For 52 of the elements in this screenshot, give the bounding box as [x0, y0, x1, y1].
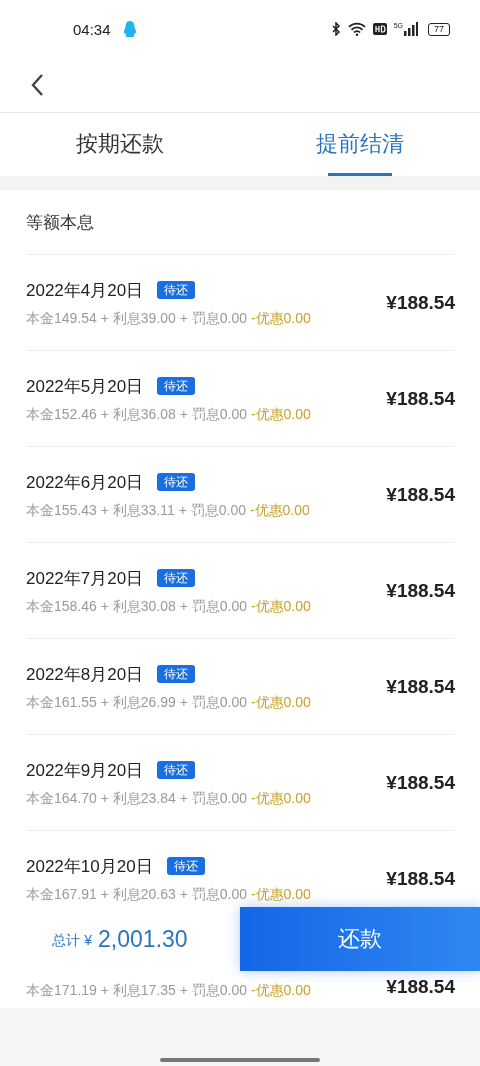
amount-text: ¥188.54	[386, 387, 455, 410]
battery-indicator: 77	[428, 22, 450, 36]
discount-text: -优惠0.00	[250, 790, 311, 806]
discount-text: -优惠0.00	[249, 502, 310, 518]
status-time: 04:34	[73, 20, 111, 38]
breakdown-text: 本金158.46 + 利息30.08 + 罚息0.00	[26, 598, 248, 614]
status-badge: 待还	[157, 761, 196, 779]
status-badge: 待还	[157, 377, 196, 395]
tab[interactable]: 按期还款	[0, 113, 240, 176]
status-badge: 待还	[157, 281, 196, 299]
discount-text: -优惠0.00	[250, 310, 311, 326]
breakdown-text: 本金164.70 + 利息23.84 + 罚息0.00	[26, 790, 248, 806]
bluetooth-icon	[331, 22, 341, 36]
due-date: 2022年10月20日	[26, 855, 153, 878]
status-badge: 待还	[157, 569, 196, 587]
wifi-icon	[347, 22, 366, 36]
status-badge: 待还	[157, 665, 196, 683]
breakdown-text: 本金171.19 + 利息17.35 + 罚息0.00	[26, 982, 248, 998]
due-date: 2022年6月20日	[26, 471, 144, 494]
breakdown-text: 本金155.43 + 利息33.11 + 罚息0.00	[26, 502, 247, 518]
status-badge: 待还	[157, 473, 196, 491]
breakdown-text: 本金167.91 + 利息20.63 + 罚息0.00	[26, 886, 248, 902]
amount-text: ¥188.54	[386, 975, 455, 998]
amount-text: ¥188.54	[386, 675, 455, 698]
signal-icon	[404, 22, 418, 36]
amount-text: ¥188.54	[386, 867, 455, 890]
breakdown-text: 本金161.55 + 利息26.99 + 罚息0.00	[26, 694, 248, 710]
due-date: 2022年7月20日	[26, 567, 144, 590]
penguin-icon	[122, 20, 137, 38]
discount-text: -优惠0.00	[250, 406, 311, 422]
total-label: 总计 ¥	[52, 932, 93, 950]
total-amount: 2,001.30	[98, 925, 188, 953]
plan-title: 等额本息	[26, 211, 94, 234]
back-icon[interactable]	[30, 73, 44, 97]
due-date: 2022年4月20日	[26, 279, 144, 302]
tab[interactable]: 提前结清	[240, 113, 480, 176]
amount-text: ¥188.54	[386, 579, 455, 602]
amount-text: ¥188.54	[386, 291, 455, 314]
breakdown-text: 本金149.54 + 利息39.00 + 罚息0.00	[26, 310, 248, 326]
hd-icon	[372, 23, 387, 35]
amount-text: ¥188.54	[386, 483, 455, 506]
discount-text: -优惠0.00	[250, 598, 311, 614]
due-date: 2022年9月20日	[26, 759, 144, 782]
discount-text: -优惠0.00	[250, 694, 311, 710]
discount-text: -优惠0.00	[250, 886, 311, 902]
breakdown-text: 本金152.46 + 利息36.08 + 罚息0.00	[26, 406, 248, 422]
repay-button[interactable]: 还款	[240, 907, 480, 971]
discount-text: -优惠0.00	[250, 982, 311, 998]
due-date: 2022年8月20日	[26, 663, 144, 686]
due-date: 2022年5月20日	[26, 375, 144, 398]
amount-text: ¥188.54	[386, 771, 455, 794]
status-badge: 待还	[166, 857, 205, 875]
